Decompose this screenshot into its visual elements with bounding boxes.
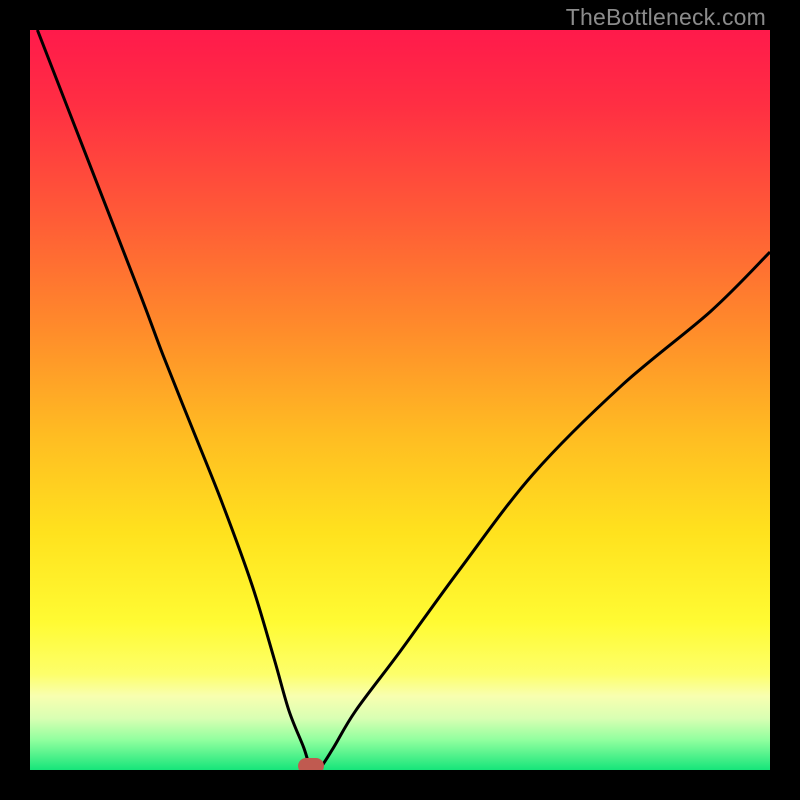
watermark-text: TheBottleneck.com xyxy=(566,4,766,31)
minimum-marker xyxy=(298,758,324,770)
curve-path xyxy=(37,30,770,770)
bottleneck-curve xyxy=(30,30,770,770)
outer-frame: TheBottleneck.com xyxy=(0,0,800,800)
plot-area xyxy=(30,30,770,770)
